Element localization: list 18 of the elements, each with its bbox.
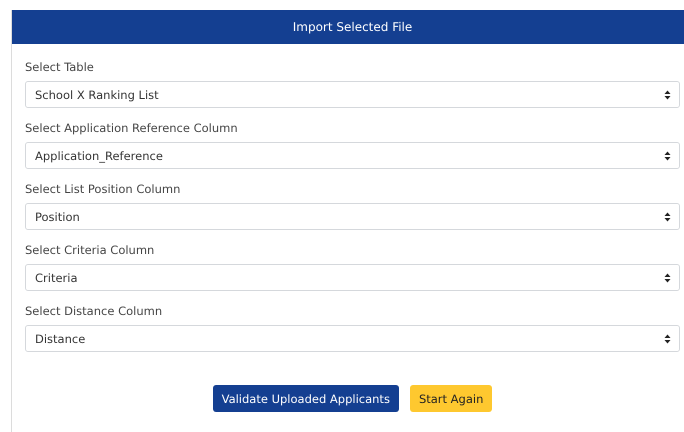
field-label: Select Application Reference Column [25,120,239,136]
field-label: Select Table [25,59,95,75]
field-label: Select Distance Column [25,303,164,319]
select-field[interactable]: Position [25,203,680,230]
select-field[interactable]: Application_Reference [25,142,680,169]
sort-caret-icon [664,212,671,222]
start-again-button[interactable]: Start Again [410,385,492,412]
sort-caret-icon [664,150,671,160]
field-label: Select Criteria Column [25,242,156,258]
sort-caret-icon [664,90,671,100]
select-field[interactable]: School X Ranking List [25,81,680,108]
select-field[interactable]: Criteria [25,264,680,291]
validate-button[interactable]: Validate Uploaded Applicants [212,385,399,412]
sort-caret-icon [664,272,671,282]
card-title: Import Selected File [12,10,684,44]
field-label: Select List Position Column [25,181,182,197]
select-field[interactable]: Distance [25,325,680,352]
sort-caret-icon [664,334,671,344]
